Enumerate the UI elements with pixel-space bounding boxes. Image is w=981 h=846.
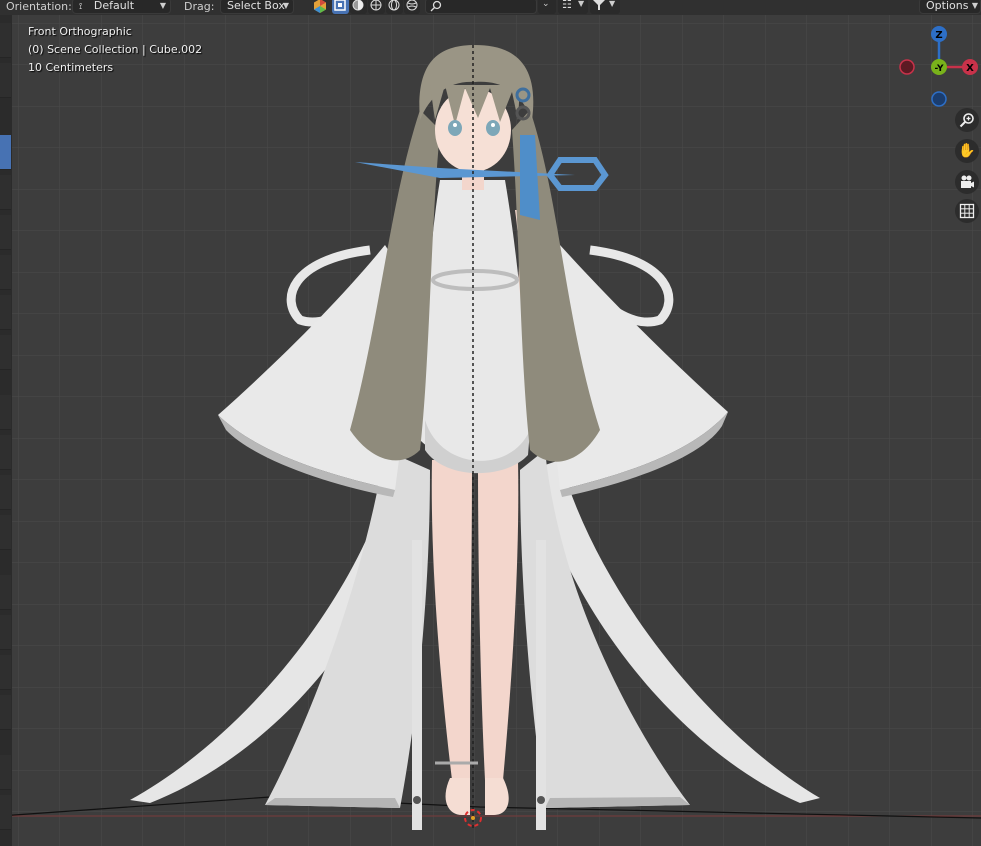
camera-icon xyxy=(961,175,974,188)
rotate-tool[interactable] xyxy=(0,175,11,210)
toggle-perspective-button[interactable] xyxy=(955,199,979,223)
hand-icon: ✋ xyxy=(958,143,976,159)
x-axis-label: X xyxy=(966,63,974,74)
grid-icon xyxy=(959,203,975,219)
tool-slot-18[interactable] xyxy=(0,795,11,830)
tool-slot-12[interactable] xyxy=(0,515,11,550)
measure-tool[interactable] xyxy=(0,295,11,330)
search-dropdown-button[interactable]: ⌄ xyxy=(538,0,556,14)
pan-button[interactable]: ✋ xyxy=(955,139,979,163)
viewport-search-input[interactable] xyxy=(425,0,537,14)
drag-value: Select Box xyxy=(227,0,285,12)
shading-options-button[interactable] xyxy=(404,0,420,14)
tool-slot-14[interactable] xyxy=(0,615,11,650)
xray-toggle-button[interactable] xyxy=(332,0,349,14)
zoom-button[interactable] xyxy=(955,108,979,132)
globe-icon xyxy=(406,0,418,11)
sort-filter-button[interactable]: ☷ ▼ xyxy=(558,0,588,14)
scale-tool[interactable] xyxy=(0,215,11,250)
viewport-header: Orientation: ⟟ Default ▼ Drag: Select Bo… xyxy=(0,0,981,15)
z-axis-label: Z xyxy=(935,30,942,41)
list-filter-icon: ☷ xyxy=(562,0,572,11)
filter-button[interactable]: ▼ xyxy=(590,0,620,14)
options-dropdown[interactable]: Options ▼ xyxy=(919,0,981,14)
rendered-shading-icon xyxy=(388,0,400,11)
tool-slot-10[interactable] xyxy=(0,435,11,470)
material-preview-button[interactable] xyxy=(368,0,385,14)
add-cube-tool[interactable] xyxy=(0,335,11,370)
orientation-label: Orientation: xyxy=(6,0,72,13)
transform-orientation-icon: ⟟ xyxy=(79,2,83,12)
zoom-icon xyxy=(959,113,974,128)
drag-label: Drag: xyxy=(184,0,215,13)
drag-dropdown[interactable]: Select Box ▼ xyxy=(220,0,294,14)
orientation-value: Default xyxy=(93,0,135,12)
chevron-down-icon: ⌄ xyxy=(542,0,550,9)
chevron-down-icon: ▼ xyxy=(282,1,289,10)
collection-path-label: (0) Scene Collection | Cube.002 xyxy=(28,43,203,56)
y-axis-label: -Y xyxy=(935,64,944,74)
annotate-tool[interactable] xyxy=(0,255,11,290)
chevron-down-icon: ▼ xyxy=(578,0,585,8)
tool-slot-17[interactable] xyxy=(0,755,11,790)
chevron-down-icon: ▼ xyxy=(971,1,978,10)
tool-slot-15[interactable] xyxy=(0,655,11,690)
camera-view-button[interactable] xyxy=(955,170,979,194)
view-name-label: Front Orthographic xyxy=(28,25,132,38)
search-icon xyxy=(430,0,442,12)
tool-slot-13[interactable] xyxy=(0,575,11,610)
funnel-icon xyxy=(593,0,605,10)
rendered-shading-button[interactable] xyxy=(386,0,403,14)
solid-shading-button[interactable] xyxy=(350,0,367,14)
cursor-tool[interactable] xyxy=(0,63,11,98)
chevron-down-icon: ▼ xyxy=(159,1,166,10)
orientation-dropdown[interactable]: ⟟ Default ▼ xyxy=(72,0,171,14)
object-types-visibility-icon[interactable] xyxy=(312,0,328,14)
material-shading-icon xyxy=(370,0,382,11)
3d-viewport[interactable]: Front Orthographic (0) Scene Collection … xyxy=(0,15,981,846)
left-toolbar xyxy=(0,15,12,846)
move-tool[interactable] xyxy=(0,135,11,170)
navigation-gizmo[interactable]: Z -Y X xyxy=(897,24,981,108)
solid-shading-icon xyxy=(352,0,364,11)
tool-slot-11[interactable] xyxy=(0,475,11,510)
tool-slot-16[interactable] xyxy=(0,695,11,730)
select-box-tool[interactable] xyxy=(0,23,11,58)
xray-icon xyxy=(334,0,346,11)
tool-slot-9[interactable] xyxy=(0,395,11,430)
character-model[interactable] xyxy=(0,15,981,846)
grid-scale-label: 10 Centimeters xyxy=(28,61,114,74)
options-label: Options xyxy=(926,0,969,12)
neg-x-axis-icon[interactable] xyxy=(899,59,915,75)
neg-z-axis-icon[interactable] xyxy=(931,91,947,107)
chevron-down-icon: ▼ xyxy=(609,0,616,8)
